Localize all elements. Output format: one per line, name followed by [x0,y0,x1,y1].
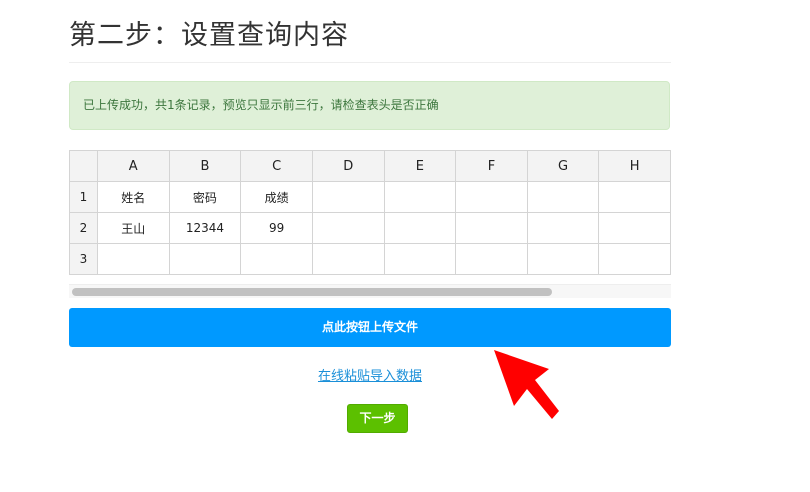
table-row: 3 [69,243,671,275]
upload-success-alert: 已上传成功，共1条记录，预览只显示前三行，请检查表头是否正确 [69,81,670,130]
table-cell[interactable] [96,243,170,275]
table-cell[interactable] [455,181,528,213]
table-cell[interactable] [526,181,600,213]
table-row: 2 王山 12344 99 [69,212,671,244]
next-step-button[interactable]: 下一步 [347,404,408,433]
table-cell[interactable] [312,181,385,213]
arrow-shape [494,350,559,419]
table-cell[interactable] [240,243,314,275]
red-arrow-icon [494,350,559,419]
table-cell[interactable] [383,212,457,244]
spreadsheet-preview[interactable]: A B C D E F G H 1 姓名 密码 成绩 2 王山 12344 99 [69,150,671,298]
column-header-e: E [383,150,457,182]
column-header-h: H [598,150,671,182]
table-cell[interactable] [455,243,528,275]
table-cell[interactable] [526,212,600,244]
table-cell[interactable] [455,212,528,244]
column-header-row: A B C D E F G H [69,150,671,182]
column-header-g: G [526,150,600,182]
table-cell[interactable] [526,243,600,275]
upload-file-button[interactable]: 点此按钮上传文件 [69,308,671,347]
page-title: 第二步：设置查询内容 [69,20,349,51]
preview-table: A B C D E F G H 1 姓名 密码 成绩 2 王山 12344 99 [69,150,671,275]
row-number: 3 [69,243,98,275]
table-cell[interactable] [312,243,385,275]
table-cell[interactable] [598,212,671,244]
title-divider [69,62,671,63]
table-cell[interactable]: 姓名 [96,181,170,213]
table-cell[interactable]: 密码 [168,181,242,213]
scrollbar-thumb[interactable] [72,288,552,296]
column-header-f: F [455,150,528,182]
table-cell[interactable] [168,243,242,275]
column-header-d: D [312,150,385,182]
table-cell[interactable]: 12344 [168,212,242,244]
table-cell[interactable]: 成绩 [240,181,314,213]
column-header-a: A [96,150,170,182]
row-number: 2 [69,212,98,244]
table-cell[interactable] [312,212,385,244]
column-header-b: B [168,150,242,182]
table-row: 1 姓名 密码 成绩 [69,181,671,213]
row-number: 1 [69,181,98,213]
table-cell[interactable]: 王山 [96,212,170,244]
horizontal-scrollbar[interactable] [69,284,671,298]
corner-cell [69,150,98,182]
table-cell[interactable]: 99 [240,212,314,244]
column-header-c: C [240,150,314,182]
paste-import-link[interactable]: 在线粘贴导入数据 [0,365,740,384]
table-cell[interactable] [383,181,457,213]
table-cell[interactable] [598,243,671,275]
table-cell[interactable] [383,243,457,275]
table-cell[interactable] [598,181,671,213]
